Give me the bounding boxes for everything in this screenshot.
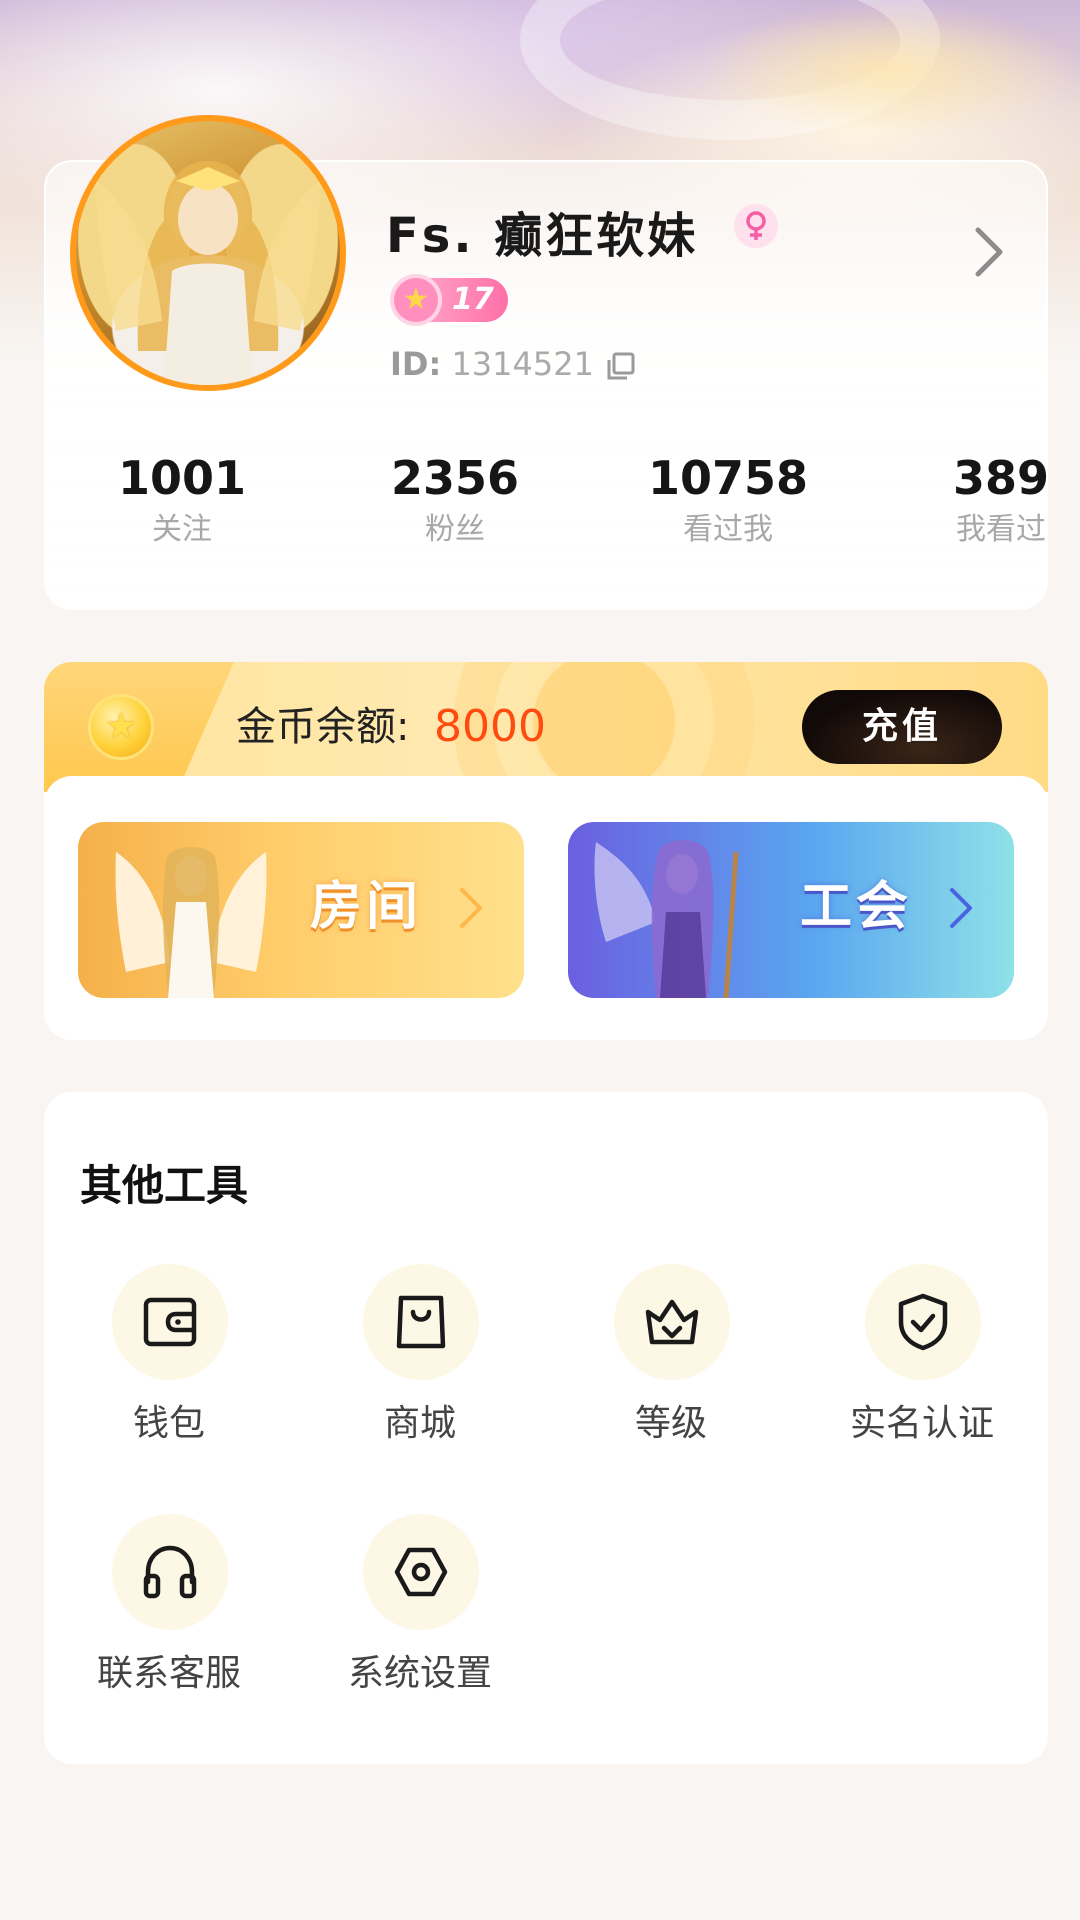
settings-icon [363, 1514, 479, 1630]
room-banner[interactable]: 房间 [78, 822, 524, 998]
tool-verification[interactable]: 实名认证 [797, 1264, 1047, 1464]
level-badge: ★ 17 [390, 274, 508, 326]
id-label: ID: [390, 345, 442, 383]
stat-label: 我看过 [956, 512, 1046, 547]
room-banner-label: 房间 [310, 877, 423, 937]
feature-banners-area: 房间 工会 [44, 776, 1048, 1040]
stat-label: 看过我 [683, 512, 773, 547]
room-banner-illustration [115, 847, 267, 998]
stat-visitors[interactable]: 10758 看过我 [628, 450, 828, 554]
room-chevron-right-icon [458, 886, 484, 934]
headset-icon [112, 1514, 228, 1630]
user-name: Fs. 癫狂软妹 [386, 208, 699, 264]
id-value: 1314521 [451, 345, 594, 383]
tool-label: 联系客服 [96, 1653, 241, 1694]
profile-chevron-right-icon[interactable] [972, 224, 1006, 284]
stat-value: 10758 [647, 451, 809, 505]
recharge-button[interactable]: 充值 [802, 690, 1002, 764]
coin-balance-bar: ★ 金币余额: 8000 充值 [44, 662, 1048, 792]
tool-label: 钱包 [132, 1403, 205, 1444]
stat-visited[interactable]: 389 我看过 [901, 450, 1080, 554]
tools-title: 其他工具 [80, 1161, 249, 1210]
stat-value: 1001 [117, 451, 247, 505]
stat-label: 关注 [152, 512, 212, 547]
tools-card: 其他工具 钱包 商城 等级 实名认证 联系客服 系统设置 [44, 1092, 1048, 1764]
profile-page: Fs. 癫狂软妹 ★ 17 ID: 1314521 1001 关注 2356 粉… [0, 0, 1080, 1920]
tool-label: 商城 [383, 1403, 456, 1444]
tool-label: 系统设置 [347, 1653, 492, 1694]
stat-fans[interactable]: 2356 粉丝 [355, 450, 555, 554]
female-icon [734, 204, 778, 248]
coin-card: ★ 金币余额: 8000 充值 房间 工会 [44, 662, 1048, 1040]
tool-customer-service[interactable]: 联系客服 [44, 1514, 294, 1714]
avatar-illustration [96, 161, 320, 385]
guild-banner-label: 工会 [800, 877, 913, 937]
shopping-bag-icon [363, 1264, 479, 1380]
coin-icon: ★ [88, 694, 154, 760]
user-id: ID: 1314521 [390, 344, 635, 384]
stat-value: 389 [952, 451, 1050, 505]
guild-banner[interactable]: 工会 [568, 822, 1014, 998]
shield-check-icon [865, 1264, 981, 1380]
stat-following[interactable]: 1001 关注 [82, 450, 282, 554]
tool-label: 实名认证 [849, 1403, 994, 1444]
copy-icon[interactable] [606, 350, 636, 390]
guild-chevron-right-icon [948, 886, 974, 934]
stat-label: 粉丝 [425, 512, 485, 547]
crown-icon [614, 1264, 730, 1380]
tool-level[interactable]: 等级 [546, 1264, 796, 1464]
guild-banner-illustration [594, 840, 739, 998]
level-number: 17 [452, 282, 494, 317]
tool-wallet[interactable]: 钱包 [44, 1264, 294, 1464]
wallet-icon [112, 1264, 228, 1380]
avatar[interactable] [70, 115, 346, 391]
tool-label: 等级 [634, 1403, 707, 1444]
coin-balance-label: 金币余额: [236, 704, 410, 750]
level-star-icon: ★ [390, 274, 442, 326]
coin-balance-amount: 8000 [434, 701, 546, 752]
tool-mall[interactable]: 商城 [295, 1264, 545, 1464]
background-glow [700, 0, 1080, 140]
tool-settings[interactable]: 系统设置 [295, 1514, 545, 1714]
stats-row: 1001 关注 2356 粉丝 10758 看过我 389 我看过 [44, 450, 1049, 570]
stat-value: 2356 [390, 451, 520, 505]
